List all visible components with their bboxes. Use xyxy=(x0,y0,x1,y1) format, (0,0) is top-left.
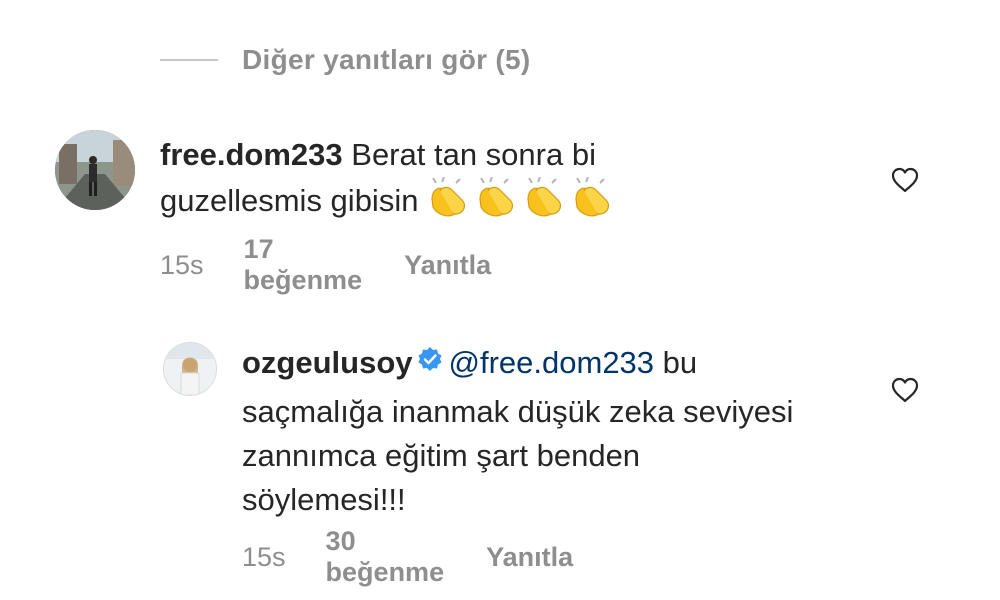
avatar[interactable] xyxy=(163,342,217,396)
mention-link[interactable]: @free.dom233 xyxy=(449,345,655,380)
verified-badge-icon xyxy=(417,340,443,384)
reply-button[interactable]: Yanıtla xyxy=(404,250,491,281)
comment-username[interactable]: free.dom233 xyxy=(160,137,343,172)
clapping-hands-icon xyxy=(570,176,614,229)
comment-meta: 15s 17 beğenme Yanıtla xyxy=(160,234,491,296)
comment-timestamp: 15s xyxy=(160,249,204,280)
avatar-photo xyxy=(164,343,216,395)
comment-timestamp: 15s xyxy=(242,541,286,572)
view-more-replies-label[interactable]: Diğer yanıtları gör (5) xyxy=(242,44,531,76)
clapping-hands-icon xyxy=(474,176,518,229)
heart-icon[interactable] xyxy=(890,166,920,194)
heart-icon[interactable] xyxy=(890,376,920,404)
clapping-hands-icon xyxy=(522,176,566,229)
avatar-photo xyxy=(55,130,135,210)
clapping-hands-icon xyxy=(426,176,470,229)
comment-username[interactable]: ozgeulusoy xyxy=(242,345,413,380)
emoji-group xyxy=(426,176,618,229)
reply-button[interactable]: Yanıtla xyxy=(486,542,573,573)
replies-divider-line xyxy=(160,59,218,61)
comment-likes-count[interactable]: 17 beğenme xyxy=(244,234,363,296)
comment-text: free.dom233 Berat tan sonra bi guzellesm… xyxy=(160,133,720,229)
comment-text: ozgeulusoy @free.dom233 bu saçmalığa inan… xyxy=(242,340,802,522)
comment-likes-count[interactable]: 30 beğenme xyxy=(326,526,445,588)
view-more-replies[interactable]: Diğer yanıtları gör (5) xyxy=(160,40,531,80)
comment-meta: 15s 30 beğenme Yanıtla xyxy=(242,526,573,588)
avatar[interactable] xyxy=(55,130,135,210)
